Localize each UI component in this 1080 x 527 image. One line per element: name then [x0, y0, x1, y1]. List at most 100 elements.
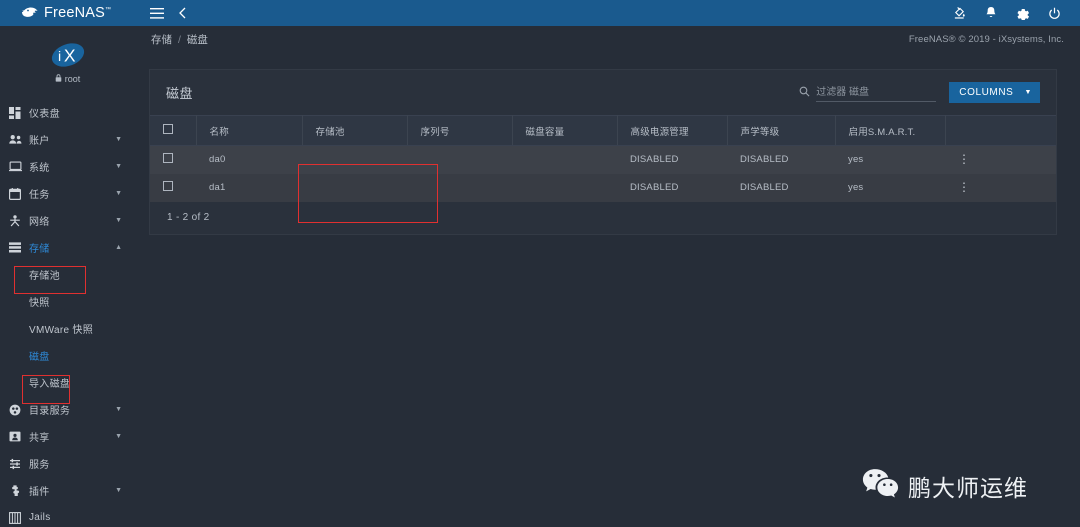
chevron-down-icon[interactable]: ▼ [115, 136, 135, 143]
column-header-serial[interactable]: 序列号 [407, 115, 513, 146]
cell-name: da1 [196, 173, 302, 202]
select-all-checkbox[interactable] [163, 124, 173, 134]
row-checkbox[interactable] [163, 153, 173, 164]
cell-acoustic: DISABLED [727, 173, 835, 202]
svg-text:i: i [58, 48, 61, 64]
sidebar-item-storage[interactable]: 存储 ▲ [0, 234, 135, 261]
table-row[interactable]: da0 DISABLED DISABLED yes ⋮ [150, 145, 1056, 174]
chevron-down-icon[interactable]: ▼ [115, 163, 135, 170]
column-header-actions [945, 115, 1056, 146]
sidebar-item-label: 存储 [29, 244, 50, 255]
sharing-icon [9, 431, 29, 442]
sidebar-item-tasks[interactable]: 任务 ▼ [0, 180, 135, 207]
sidebar-item-disks[interactable]: 磁盘 [0, 342, 135, 369]
sidebar-item-label: 共享 [29, 433, 50, 444]
plugins-icon [9, 484, 29, 497]
sidebar-item-plugins[interactable]: 插件 ▼ [0, 477, 135, 504]
sidebar: i X root 仪表盘 账户 ▼ 系统 ▼ 任务 ▼ 网络 ▼ 存储 ▲ 存储… [0, 26, 135, 527]
sidebar-item-jails[interactable]: Jails [0, 504, 135, 527]
row-select-cell [150, 145, 196, 174]
storage-icon [9, 242, 29, 253]
disks-table: 名称 存储池 序列号 磁盘容量 高级电源管理 声学等级 启用S.M.A.R.T. [150, 115, 1056, 202]
breadcrumb-separator: / [178, 33, 181, 46]
column-header-apm[interactable]: 高级电源管理 [617, 115, 728, 146]
chevron-down-icon[interactable]: ▼ [115, 487, 135, 494]
username-label: root [64, 73, 81, 84]
freenas-app-window: FreeNAS™ i X root 仪表盘 账户 ▼ 系统 ▼ 任务 ▼ 网络 … [0, 0, 1080, 527]
column-header-smart[interactable]: 启用S.M.A.R.T. [835, 115, 946, 146]
dashboard-icon [9, 106, 29, 119]
svg-text:X: X [63, 45, 75, 65]
sidebar-item-label: 仪表盘 [29, 109, 60, 120]
sidebar-item-pools[interactable]: 存储池 [0, 261, 135, 288]
sidebar-item-system[interactable]: 系统 ▼ [0, 153, 135, 180]
table-row[interactable]: da1 DISABLED DISABLED yes ⋮ [150, 173, 1056, 202]
topbar-actions [953, 6, 1080, 20]
sidebar-item-dashboard[interactable]: 仪表盘 [0, 99, 135, 126]
cell-name: da0 [196, 145, 302, 174]
column-header-name[interactable]: 名称 [196, 115, 303, 146]
cell-actions: ⋮ [945, 145, 1056, 174]
chevron-down-icon[interactable]: ▼ [115, 217, 135, 224]
column-header-size[interactable]: 磁盘容量 [512, 115, 618, 146]
cell-actions: ⋮ [945, 173, 1056, 202]
row-checkbox[interactable] [163, 181, 173, 191]
sidebar-nav: 仪表盘 账户 ▼ 系统 ▼ 任务 ▼ 网络 ▼ 存储 ▲ 存储池 快照 VMWa… [0, 97, 135, 527]
settings-gear-icon[interactable] [1016, 7, 1029, 20]
sidebar-item-snapshots[interactable]: 快照 [0, 288, 135, 315]
user-panel: i X root [0, 26, 135, 97]
cell-size [512, 173, 617, 202]
freenas-fish-logo-icon [22, 6, 39, 20]
sidebar-item-label: 系统 [29, 163, 50, 174]
chevron-up-icon[interactable]: ▲ [115, 244, 135, 251]
sidebar-item-accounts[interactable]: 账户 ▼ [0, 126, 135, 153]
cell-smart: yes [835, 173, 945, 202]
power-icon[interactable] [1048, 7, 1061, 20]
sidebar-item-label: 账户 [29, 136, 50, 147]
hamburger-icon[interactable] [150, 7, 164, 19]
notifications-bell-icon[interactable] [985, 6, 997, 20]
top-bar: FreeNAS™ [0, 0, 1080, 26]
search-icon[interactable] [799, 84, 810, 102]
annotation-box-rows [298, 164, 438, 223]
kebab-menu-icon[interactable]: ⋮ [958, 180, 970, 194]
chevron-down-icon[interactable]: ▼ [115, 406, 135, 413]
sidebar-item-network[interactable]: 网络 ▼ [0, 207, 135, 234]
column-header-pool[interactable]: 存储池 [302, 115, 408, 146]
chevron-down-icon[interactable]: ▼ [115, 190, 135, 197]
chevron-down-icon: ▼ [1024, 89, 1032, 96]
breadcrumb: 存储 / 磁盘 FreeNAS® © 2019 - iXsystems, Inc… [135, 26, 1080, 53]
cell-apm: DISABLED [617, 145, 727, 174]
brand-logo[interactable]: FreeNAS™ [0, 0, 135, 26]
sidebar-item-sharing[interactable]: 共享 ▼ [0, 423, 135, 450]
sidebar-item-directory-services[interactable]: 目录服务 ▼ [0, 396, 135, 423]
sidebar-item-import-disk[interactable]: 导入磁盘 [0, 369, 135, 396]
columns-button[interactable]: COLUMNS ▼ [949, 82, 1040, 103]
cell-acoustic: DISABLED [727, 145, 835, 174]
card-header: 磁盘 COLUMNS ▼ [150, 70, 1056, 115]
theme-paint-icon[interactable] [953, 6, 966, 20]
directory-services-icon [9, 404, 29, 416]
page-title: 磁盘 [166, 86, 194, 101]
sidebar-item-services[interactable]: 服务 [0, 450, 135, 477]
column-header-acoustic[interactable]: 声学等级 [727, 115, 836, 146]
pagination-info: 1 - 2 of 2 [150, 201, 1056, 234]
chevron-left-icon[interactable] [179, 7, 186, 19]
sidebar-item-label: 任务 [29, 190, 50, 201]
columns-button-label: COLUMNS [959, 87, 1014, 98]
select-all-header [150, 115, 197, 146]
cell-apm: DISABLED [617, 173, 727, 202]
copyright-note: FreeNAS® © 2019 - iXsystems, Inc. [908, 34, 1064, 45]
ix-systems-logo: i X [47, 40, 89, 70]
sidebar-item-label: 目录服务 [29, 406, 71, 417]
sidebar-item-label: 插件 [29, 487, 50, 498]
kebab-menu-icon[interactable]: ⋮ [958, 152, 970, 166]
breadcrumb-parent[interactable]: 存储 [151, 32, 172, 47]
topbar-controls [135, 7, 186, 19]
chevron-down-icon[interactable]: ▼ [115, 433, 135, 440]
search-input[interactable] [816, 85, 937, 102]
network-icon [9, 214, 29, 227]
breadcrumb-current: 磁盘 [186, 34, 208, 46]
sidebar-item-vmware-snapshots[interactable]: VMWare 快照 [0, 315, 135, 342]
cell-size [512, 145, 617, 174]
